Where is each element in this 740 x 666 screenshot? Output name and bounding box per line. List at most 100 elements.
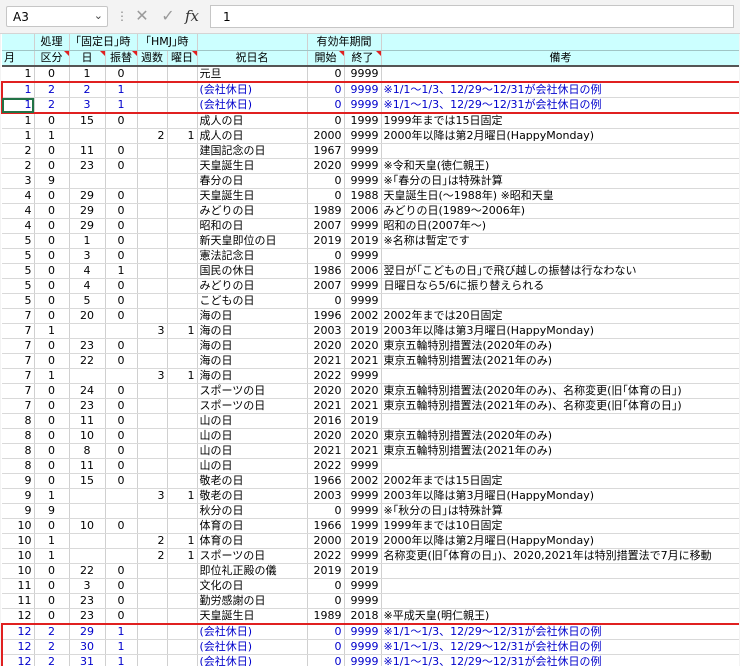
- cell-month[interactable]: 1: [2, 128, 35, 144]
- cell-holiday-name[interactable]: 山の日: [197, 443, 308, 459]
- cell-weekday[interactable]: 1: [167, 368, 198, 384]
- cell-end[interactable]: 9999: [344, 593, 382, 609]
- cell-end[interactable]: 1999: [344, 518, 382, 534]
- cell-month[interactable]: 1: [2, 113, 35, 129]
- cell-notes[interactable]: 1999年までは15日固定: [381, 113, 739, 129]
- cell-start[interactable]: 2021: [307, 398, 345, 414]
- cell-weeks[interactable]: [137, 443, 168, 459]
- cell-holiday-name[interactable]: 憲法記念日: [197, 248, 308, 264]
- chevron-down-icon[interactable]: ⌄: [94, 9, 103, 22]
- cell-furikae[interactable]: 0: [105, 413, 138, 429]
- cell-day[interactable]: 20: [69, 308, 106, 324]
- cell-weekday[interactable]: 1: [167, 533, 198, 549]
- cell-weekday[interactable]: [167, 473, 198, 489]
- cell-weeks[interactable]: 3: [137, 368, 168, 384]
- cell-furikae[interactable]: 0: [105, 308, 138, 324]
- cell-notes[interactable]: [381, 66, 739, 83]
- cell-kubun[interactable]: 0: [34, 398, 70, 414]
- cell-kubun[interactable]: 0: [34, 428, 70, 444]
- cell-holiday-name[interactable]: (会社休日): [197, 639, 308, 655]
- cell-notes[interactable]: ※1/1～1/3、12/29～12/31が会社休日の例: [381, 623, 739, 640]
- header-valid-period[interactable]: 有効年期間: [307, 34, 382, 51]
- cell-start[interactable]: 2019: [307, 233, 345, 249]
- header-start[interactable]: 開始: [307, 50, 345, 67]
- cell-kubun[interactable]: 0: [34, 308, 70, 324]
- cell-end[interactable]: 2019: [344, 323, 382, 339]
- cell-weekday[interactable]: [167, 593, 198, 609]
- cell-notes[interactable]: 昭和の日(2007年～): [381, 218, 739, 234]
- cell-end[interactable]: 2019: [344, 533, 382, 549]
- cell-weekday[interactable]: [167, 503, 198, 519]
- cell-start[interactable]: 0: [307, 81, 345, 98]
- cell-holiday-name[interactable]: 秋分の日: [197, 503, 308, 519]
- cell-day[interactable]: 23: [69, 608, 106, 625]
- cell-kubun[interactable]: 0: [34, 293, 70, 309]
- cell-day[interactable]: 23: [69, 398, 106, 414]
- cell-weekday[interactable]: [167, 608, 198, 625]
- cell-month[interactable]: 12: [1, 639, 35, 655]
- cell-end[interactable]: 9999: [344, 503, 382, 519]
- header-cell[interactable]: [381, 34, 739, 51]
- cell-month[interactable]: 2: [2, 158, 35, 174]
- cell-month[interactable]: 8: [2, 413, 35, 429]
- cell-holiday-name[interactable]: 文化の日: [197, 578, 308, 594]
- cell-start[interactable]: 2007: [307, 278, 345, 294]
- cell-weeks[interactable]: 3: [137, 323, 168, 339]
- cell-end[interactable]: 2021: [344, 353, 382, 369]
- cell-kubun[interactable]: 0: [34, 338, 70, 354]
- cell-weekday[interactable]: [167, 81, 198, 98]
- cell-furikae[interactable]: [105, 368, 138, 384]
- cell-weekday[interactable]: [167, 623, 198, 640]
- cell-kubun[interactable]: 0: [34, 233, 70, 249]
- cell-start[interactable]: 2019: [307, 563, 345, 579]
- cell-notes[interactable]: [381, 563, 739, 579]
- cell-holiday-name[interactable]: こどもの日: [197, 293, 308, 309]
- cell-holiday-name[interactable]: 昭和の日: [197, 218, 308, 234]
- cell-notes[interactable]: 名称変更(旧｢体育の日｣)、2020,2021年は特別措置法で7月に移動: [381, 548, 739, 564]
- cell-holiday-name[interactable]: 建国記念の日: [197, 143, 308, 159]
- cell-day[interactable]: [69, 533, 106, 549]
- cell-end[interactable]: 9999: [344, 143, 382, 159]
- cell-weekday[interactable]: 1: [167, 488, 198, 504]
- cell-kubun[interactable]: 0: [34, 66, 70, 83]
- cell-notes[interactable]: 2002年までは20日固定: [381, 308, 739, 324]
- cell-kubun[interactable]: 9: [34, 173, 70, 189]
- cell-start[interactable]: 0: [307, 593, 345, 609]
- cell-kubun[interactable]: 0: [34, 113, 70, 129]
- cell-kubun[interactable]: 2: [34, 639, 70, 655]
- cell-holiday-name[interactable]: (会社休日): [197, 623, 308, 640]
- cell-start[interactable]: 2020: [307, 428, 345, 444]
- cell-weekday[interactable]: [167, 278, 198, 294]
- cell-kubun[interactable]: 0: [34, 218, 70, 234]
- cell-weeks[interactable]: [137, 608, 168, 625]
- cell-end[interactable]: 2006: [344, 203, 382, 219]
- cell-furikae[interactable]: 0: [105, 353, 138, 369]
- cell-start[interactable]: 2022: [307, 458, 345, 474]
- cell-end[interactable]: 2020: [344, 428, 382, 444]
- cell-notes[interactable]: 2003年以降は第3月曜日(HappyMonday): [381, 488, 739, 504]
- cell-holiday-name[interactable]: 海の日: [197, 338, 308, 354]
- cell-holiday-name[interactable]: (会社休日): [197, 97, 308, 114]
- cell-start[interactable]: 2022: [307, 548, 345, 564]
- cell-notes[interactable]: ※｢秋分の日｣は特殊計算: [381, 503, 739, 519]
- cell-kubun[interactable]: 0: [34, 458, 70, 474]
- cell-weeks[interactable]: [137, 233, 168, 249]
- cell-kubun[interactable]: 0: [34, 353, 70, 369]
- cell-weekday[interactable]: [167, 66, 198, 83]
- cell-weekday[interactable]: [167, 338, 198, 354]
- cell-holiday-name[interactable]: 天皇誕生日: [197, 608, 308, 625]
- cell-day[interactable]: 15: [69, 473, 106, 489]
- cell-end[interactable]: 9999: [344, 578, 382, 594]
- cell-holiday-name[interactable]: 海の日: [197, 368, 308, 384]
- cell-month[interactable]: 4: [2, 218, 35, 234]
- cell-weeks[interactable]: [137, 66, 168, 83]
- cell-day[interactable]: [69, 128, 106, 144]
- cell-holiday-name[interactable]: 成人の日: [197, 128, 308, 144]
- cell-start[interactable]: 2021: [307, 443, 345, 459]
- cell-weekday[interactable]: [167, 308, 198, 324]
- cell-month[interactable]: 9: [2, 503, 35, 519]
- cell-day[interactable]: 15: [69, 113, 106, 129]
- cell-furikae[interactable]: 0: [105, 158, 138, 174]
- cell-notes[interactable]: [381, 593, 739, 609]
- cell-month[interactable]: 7: [2, 368, 35, 384]
